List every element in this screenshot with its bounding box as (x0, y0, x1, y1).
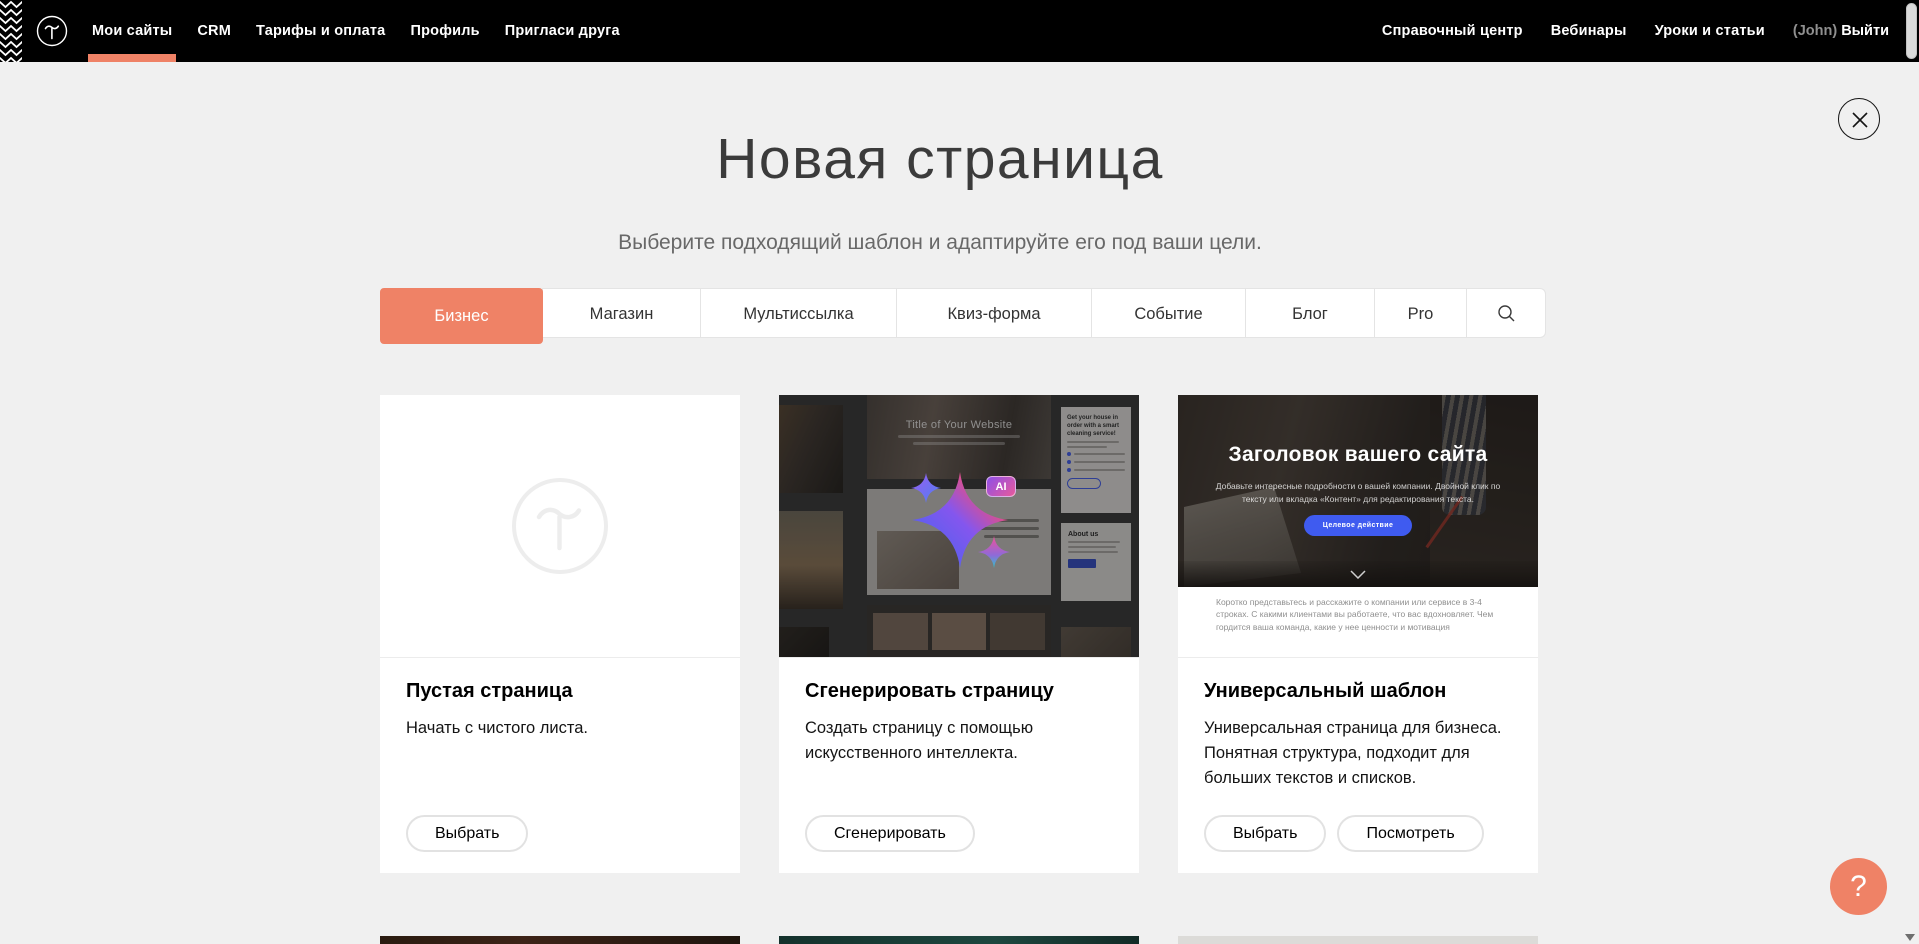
template-headline: Заголовок вашего сайта (1178, 443, 1538, 467)
ai-sparkle-icon (779, 395, 1139, 658)
card-title: Сгенерировать страницу (805, 680, 1113, 703)
close-icon (1839, 99, 1881, 141)
tab-shop[interactable]: Магазин (542, 288, 701, 338)
search-icon (1497, 304, 1516, 323)
chevron-down-icon (1350, 570, 1366, 579)
card-body: Сгенерировать страницу Создать страницу … (779, 658, 1139, 872)
tab-blog[interactable]: Блог (1245, 288, 1375, 338)
template-category-tabs: Бизнес Магазин Мультиссылка Квиз-форма С… (380, 288, 1546, 344)
preview-template-button[interactable]: Посмотреть (1337, 815, 1483, 852)
template-preview[interactable]: Заголовок вашего сайта Добавьте интересн… (1178, 395, 1538, 658)
template-hero: Заголовок вашего сайта Добавьте интересн… (1178, 395, 1538, 587)
blank-page-preview[interactable] (380, 395, 740, 658)
generate-page-card: Title of Your Website Get your house in … (779, 395, 1139, 873)
nav-item-lessons[interactable]: Уроки и статьи (1655, 0, 1765, 62)
card-body: Универсальный шаблон Универсальная стран… (1178, 658, 1538, 872)
ai-badge: AI (986, 476, 1016, 497)
close-button[interactable] (1838, 98, 1880, 140)
card-description: Начать с чистого листа. (406, 716, 714, 741)
ai-preview[interactable]: Title of Your Website Get your house in … (779, 395, 1139, 658)
page-subtitle: Выберите подходящий шаблон и адаптируйте… (0, 231, 1880, 255)
card-title: Пустая страница (406, 680, 714, 703)
template-subtext: Добавьте интересные подробности о вашей … (1203, 480, 1513, 506)
next-row-card-partial[interactable] (1178, 936, 1538, 944)
template-cta-button: Целевое действие (1304, 515, 1412, 536)
nav-item-crm[interactable]: CRM (197, 0, 231, 62)
nav-right-menu: Справочный центр Вебинары Уроки и статьи… (1382, 0, 1889, 62)
tilda-logo[interactable] (36, 15, 68, 47)
tab-pro[interactable]: Pro (1374, 288, 1467, 338)
zigzag-pattern-icon (0, 0, 22, 62)
nav-left-menu: Мои сайты CRM Тарифы и оплата Профиль Пр… (92, 0, 620, 62)
tab-event[interactable]: Событие (1091, 288, 1246, 338)
universal-template-card: Заголовок вашего сайта Добавьте интересн… (1178, 395, 1538, 873)
choose-template-button[interactable]: Выбрать (1204, 815, 1326, 852)
tilda-watermark-icon (505, 471, 615, 581)
card-description: Универсальная страница для бизнеса. Поня… (1204, 716, 1512, 791)
help-button[interactable]: ? (1830, 858, 1887, 915)
logout-label: Выйти (1841, 23, 1889, 39)
nav-item-tariffs[interactable]: Тарифы и оплата (256, 0, 385, 62)
template-body-text: Коротко представьтесь и расскажите о ком… (1178, 587, 1538, 657)
tab-quiz-form[interactable]: Квиз-форма (896, 288, 1092, 338)
choose-blank-button[interactable]: Выбрать (406, 815, 528, 852)
tab-business[interactable]: Бизнес (380, 288, 543, 344)
nav-item-invite-friend[interactable]: Пригласи друга (505, 0, 620, 62)
card-description: Создать страницу с помощью искусственног… (805, 716, 1055, 766)
generate-button[interactable]: Сгенерировать (805, 815, 975, 852)
scroll-down-arrow-icon[interactable] (1905, 934, 1915, 941)
next-row-card-partial[interactable] (380, 936, 740, 944)
card-title: Универсальный шаблон (1204, 680, 1512, 703)
user-name: (John) (1793, 23, 1837, 39)
blank-page-card: Пустая страница Начать с чистого листа. … (380, 395, 740, 873)
top-nav: Мои сайты CRM Тарифы и оплата Профиль Пр… (0, 0, 1919, 62)
nav-item-my-sites[interactable]: Мои сайты (92, 0, 172, 62)
card-body: Пустая страница Начать с чистого листа. … (380, 658, 740, 872)
next-row-card-partial[interactable] (779, 936, 1139, 944)
nav-item-profile[interactable]: Профиль (410, 0, 479, 62)
scrollbar-thumb[interactable] (1906, 3, 1917, 59)
nav-logout[interactable]: (John) Выйти (1793, 23, 1889, 39)
new-page-screen: Мои сайты CRM Тарифы и оплата Профиль Пр… (0, 0, 1919, 944)
nav-item-help-center[interactable]: Справочный центр (1382, 0, 1523, 62)
search-tab[interactable] (1466, 288, 1546, 338)
tab-multilink[interactable]: Мультиссылка (700, 288, 897, 338)
nav-item-webinars[interactable]: Вебинары (1551, 0, 1627, 62)
page-title: Новая страница (0, 126, 1880, 192)
